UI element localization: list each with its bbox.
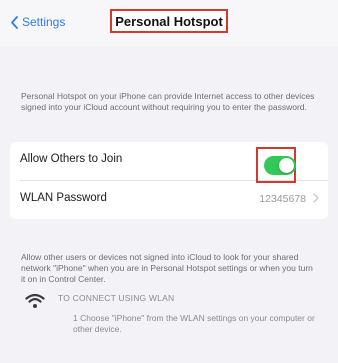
allow-others-note: Allow other users or devices not signed …	[21, 252, 313, 284]
chevron-left-icon	[11, 15, 18, 29]
navigation-bar: Settings Personal Hotspot	[0, 0, 338, 46]
page-title: Personal Hotspot	[110, 9, 228, 33]
allow-others-label: Allow Others to Join	[20, 153, 123, 165]
hotspot-description: Personal Hotspot on your iPhone can prov…	[21, 91, 315, 112]
back-button[interactable]: Settings	[10, 12, 65, 32]
toggle-knob	[279, 158, 294, 173]
chevron-right-icon	[313, 193, 319, 203]
wlan-password-value: 12345678	[259, 193, 306, 205]
wlan-password-row[interactable]: WLAN Password 12345678	[10, 181, 328, 219]
wifi-icon	[25, 293, 45, 308]
wlan-password-label: WLAN Password	[20, 192, 107, 204]
back-button-label: Settings	[22, 15, 66, 29]
connect-step: 1 Choose "iPhone" from the WLAN settings…	[73, 313, 315, 334]
allow-others-toggle[interactable]	[264, 156, 296, 175]
connect-title: TO CONNECT USING WLAN	[58, 293, 175, 303]
